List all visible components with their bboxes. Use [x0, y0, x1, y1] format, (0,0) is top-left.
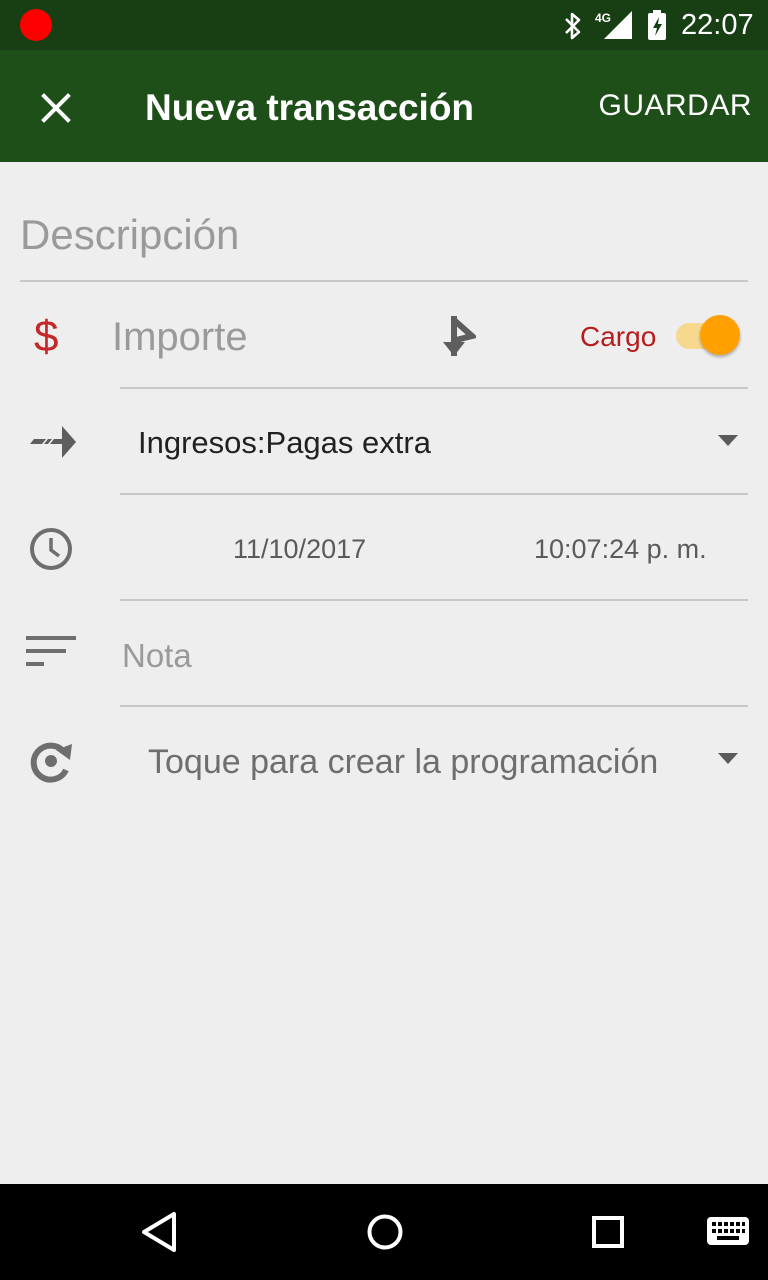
notes-icon: [26, 636, 76, 666]
close-icon: [41, 93, 71, 123]
navigation-bar: [0, 1184, 768, 1280]
transfer-arrow-icon: [30, 426, 76, 458]
account-dropdown-icon[interactable]: [718, 435, 738, 446]
home-icon[interactable]: [362, 1208, 408, 1256]
clock-icon: [30, 528, 72, 570]
split-icon[interactable]: [434, 310, 476, 358]
account-select[interactable]: Ingresos:Pagas extra: [138, 424, 431, 462]
recording-dot-icon: [20, 9, 52, 41]
date-field[interactable]: 11/10/2017: [233, 532, 366, 566]
recents-icon[interactable]: [586, 1208, 630, 1256]
description-underline: [20, 280, 748, 282]
amount-underline: [120, 387, 748, 389]
battery-charging-icon: [648, 10, 666, 40]
status-bar: 4G 22:07: [0, 0, 768, 50]
transaction-type-toggle[interactable]: [676, 315, 742, 357]
status-time: 22:07: [681, 9, 754, 41]
page-title: Nueva transacción: [145, 87, 475, 128]
currency-symbol: $: [34, 312, 59, 361]
network-type-label: 4G: [595, 11, 611, 25]
toggle-thumb: [700, 315, 740, 355]
time-field[interactable]: 10:07:24 p. m.: [534, 532, 707, 566]
keyboard-icon[interactable]: [706, 1214, 750, 1248]
recurrence-icon: [30, 742, 72, 783]
description-input[interactable]: Descripción: [20, 200, 748, 270]
note-underline: [120, 705, 748, 707]
transaction-type-label: Cargo: [580, 321, 657, 352]
schedule-dropdown-icon[interactable]: [718, 753, 738, 764]
screen: 4G 22:07 Nueva transacción GUARDAR Descr…: [0, 0, 768, 1280]
close-button[interactable]: [26, 78, 86, 138]
save-button[interactable]: GUARDAR: [598, 88, 752, 124]
schedule-select[interactable]: Toque para crear la programación: [148, 741, 658, 783]
amount-input[interactable]: Importe: [112, 312, 248, 362]
signal-icon: 4G: [595, 11, 632, 39]
datetime-underline: [120, 599, 748, 601]
back-icon[interactable]: [136, 1208, 182, 1256]
account-underline: [120, 493, 748, 495]
note-input[interactable]: Nota: [122, 636, 192, 676]
bluetooth-icon: [565, 12, 581, 40]
app-bar: Nueva transacción GUARDAR: [0, 50, 768, 162]
